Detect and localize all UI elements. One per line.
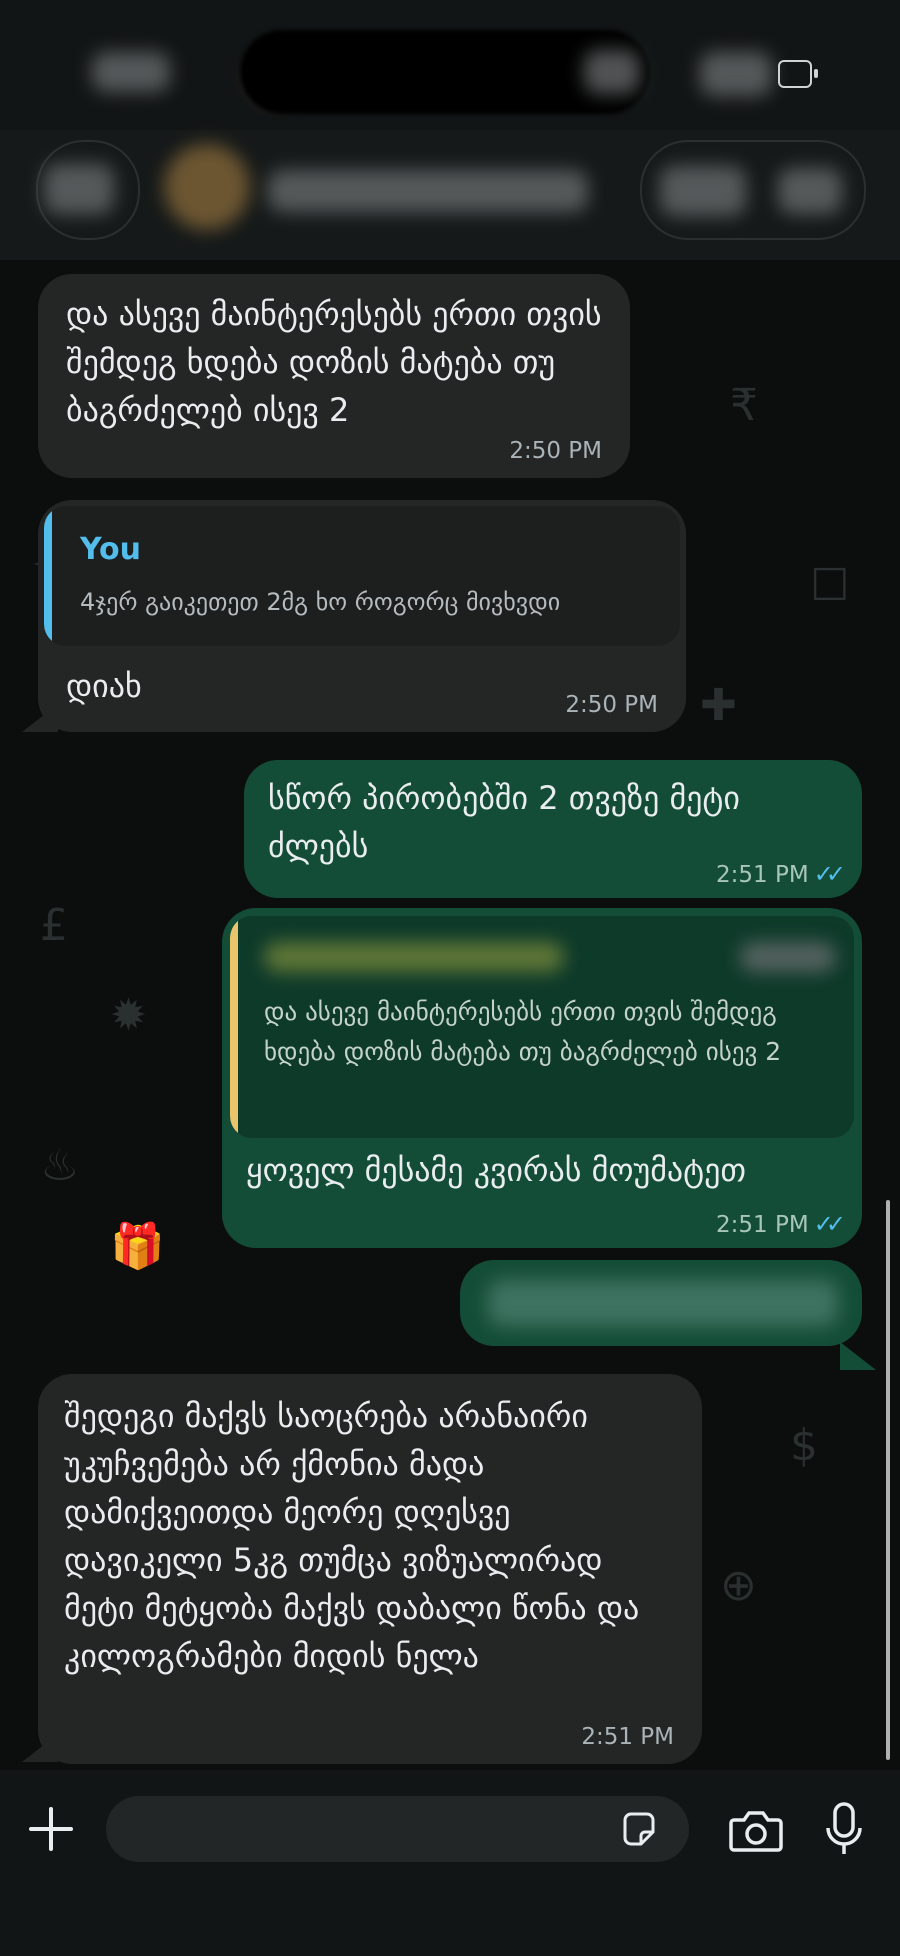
- plus-icon[interactable]: [26, 1804, 76, 1854]
- chat-header: [0, 130, 900, 260]
- message-meta: 2:51 PM ✓✓: [716, 860, 846, 888]
- message-text: დიახ: [66, 667, 142, 705]
- bubble-tail: [840, 1342, 876, 1370]
- wallpaper-doodle-icon: £: [40, 900, 68, 951]
- wallpaper-doodle-icon: ♨: [40, 1140, 80, 1191]
- back-button[interactable]: [36, 140, 140, 240]
- message-text: სწორ პირობებში 2 თვეზე მეტი ძლებს: [268, 779, 740, 865]
- quote-author-blurred: [264, 942, 564, 972]
- camera-icon[interactable]: [728, 1806, 784, 1856]
- message-time: 2:51 PM: [581, 1724, 674, 1750]
- message-time: 2:51 PM: [716, 862, 809, 888]
- sticker-icon[interactable]: [619, 1810, 659, 1850]
- microphone-icon[interactable]: [822, 1800, 866, 1860]
- phone-call-icon[interactable]: [778, 168, 842, 214]
- message-incoming[interactable]: You 4ჯერ გაიკეთეთ 2მგ ხო როგორც მივხვდი …: [38, 500, 686, 732]
- battery-icon: [778, 60, 818, 88]
- chat-area[interactable]: ✦ ₹ ☐ ✚ £ ✹ ♨ 🎁 $ ⊕ ✧ და ასევე მაინტერეს…: [0, 260, 900, 1770]
- message-outgoing[interactable]: სწორ პირობებში 2 თვეზე მეტი ძლებს 2:51 P…: [244, 760, 862, 898]
- quote-text: 4ჯერ გაიკეთეთ 2მგ ხო როგორც მივხვდი: [80, 588, 561, 616]
- message-time: 2:50 PM: [565, 692, 658, 718]
- message-time: 2:51 PM: [716, 1212, 809, 1238]
- message-meta: 2:51 PM ✓✓: [716, 1210, 846, 1238]
- double-check-icon: ✓✓: [813, 860, 846, 888]
- wallpaper-doodle-icon: ₹: [730, 380, 758, 431]
- quote-bar: [44, 506, 52, 646]
- status-battery-level-blurred: [700, 52, 772, 96]
- message-content-blurred: [488, 1280, 838, 1326]
- scrollbar[interactable]: [886, 1200, 890, 1760]
- message-time: 2:50 PM: [509, 438, 602, 464]
- status-signal-blurred: [584, 50, 640, 94]
- quote-author: You: [80, 532, 141, 567]
- call-actions[interactable]: [640, 140, 866, 240]
- status-time-blurred: [92, 52, 170, 92]
- video-call-icon[interactable]: [660, 166, 746, 216]
- message-input[interactable]: [106, 1796, 689, 1862]
- quoted-message[interactable]: You 4ჯერ გაიკეთეთ 2მგ ხო როგორც მივხვდი: [44, 506, 680, 646]
- message-outgoing[interactable]: და ასევე მაინტერესებს ერთი თვის შემდეგ ხ…: [222, 908, 862, 1248]
- status-bar: [0, 0, 900, 130]
- wallpaper-doodle-icon: 🎁: [110, 1221, 165, 1272]
- message-text: და ასევე მაინტერესებს ერთი თვის შემდეგ ხ…: [66, 295, 602, 429]
- quote-media-blurred: [740, 942, 836, 972]
- wallpaper-doodle-icon: ✹: [110, 990, 147, 1041]
- wallpaper-doodle-icon: ⊕: [720, 1560, 757, 1611]
- wallpaper-doodle-icon: ✚: [700, 680, 737, 731]
- back-icon: [44, 164, 114, 214]
- quoted-message[interactable]: და ასევე მაინტერესებს ერთი თვის შემდეგ ხ…: [230, 916, 854, 1138]
- quote-bar: [230, 916, 238, 1138]
- message-text: შედეგი მაქვს საოცრება არანაირი უკუჩვემებ…: [64, 1397, 640, 1675]
- wallpaper-doodle-icon: ☐: [810, 560, 850, 611]
- double-check-icon: ✓✓: [813, 1210, 846, 1238]
- message-incoming[interactable]: შედეგი მაქვს საოცრება არანაირი უკუჩვემებ…: [38, 1374, 702, 1764]
- message-incoming[interactable]: და ასევე მაინტერესებს ერთი თვის შემდეგ ხ…: [38, 274, 630, 478]
- message-text: ყოველ მესამე კვირას მოუმატეთ: [246, 1151, 746, 1189]
- message-outgoing-blurred[interactable]: [460, 1260, 862, 1346]
- avatar[interactable]: [164, 144, 250, 230]
- wallpaper-doodle-icon: $: [790, 1420, 818, 1471]
- quote-text: და ასევე მაინტერესებს ერთი თვის შემდეგ ხ…: [264, 997, 782, 1066]
- contact-name-blurred[interactable]: [268, 170, 588, 212]
